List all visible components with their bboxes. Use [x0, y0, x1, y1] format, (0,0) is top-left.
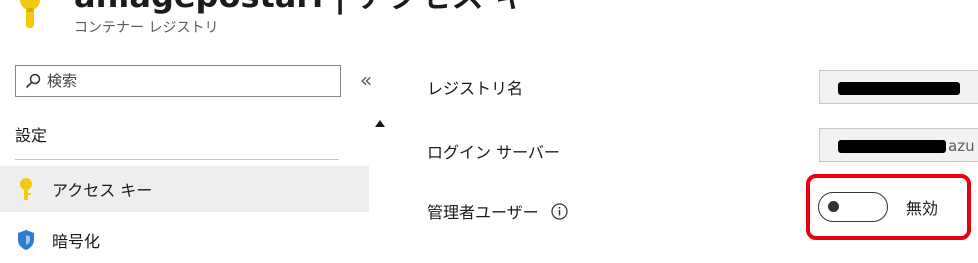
admin-user-toggle[interactable] — [818, 192, 888, 222]
login-server-suffix: azu — [948, 137, 975, 155]
page-subtitle: コンテナー レジストリ — [74, 20, 219, 36]
search-icon — [25, 73, 41, 89]
sidebar-item-encryption[interactable]: 暗号化 — [0, 217, 369, 263]
scroll-up-arrow-icon[interactable] — [375, 120, 385, 127]
info-icon[interactable] — [551, 202, 568, 220]
admin-user-state-text: 無効 — [906, 199, 939, 218]
registry-name-label: レジストリ名 — [427, 79, 524, 98]
redacted-login-server — [838, 140, 946, 153]
toggle-knob — [828, 201, 839, 212]
collapse-menu-button[interactable]: « — [360, 68, 372, 92]
admin-user-label: 管理者ユーザー — [427, 199, 568, 223]
sidebar-item-label: アクセス キー — [52, 181, 153, 200]
scrollbar-track[interactable] — [370, 135, 390, 243]
divider — [15, 159, 339, 160]
sidebar-item-label: 暗号化 — [52, 232, 101, 251]
key-icon — [14, 177, 38, 201]
search-input[interactable] — [47, 72, 317, 90]
sidebar-item-access-keys[interactable]: アクセス キー — [0, 166, 369, 212]
nav-section-label: 設定 — [15, 126, 48, 145]
redacted-registry-name — [838, 82, 960, 95]
page-title: aniagepostari | アクセス キー — [74, 0, 559, 16]
login-server-field[interactable]: azu — [819, 128, 978, 162]
key-icon — [16, 0, 44, 28]
registry-name-field[interactable] — [819, 70, 978, 104]
search-box[interactable] — [15, 65, 341, 97]
login-server-label: ログイン サーバー — [427, 143, 560, 162]
shield-icon — [14, 228, 38, 252]
